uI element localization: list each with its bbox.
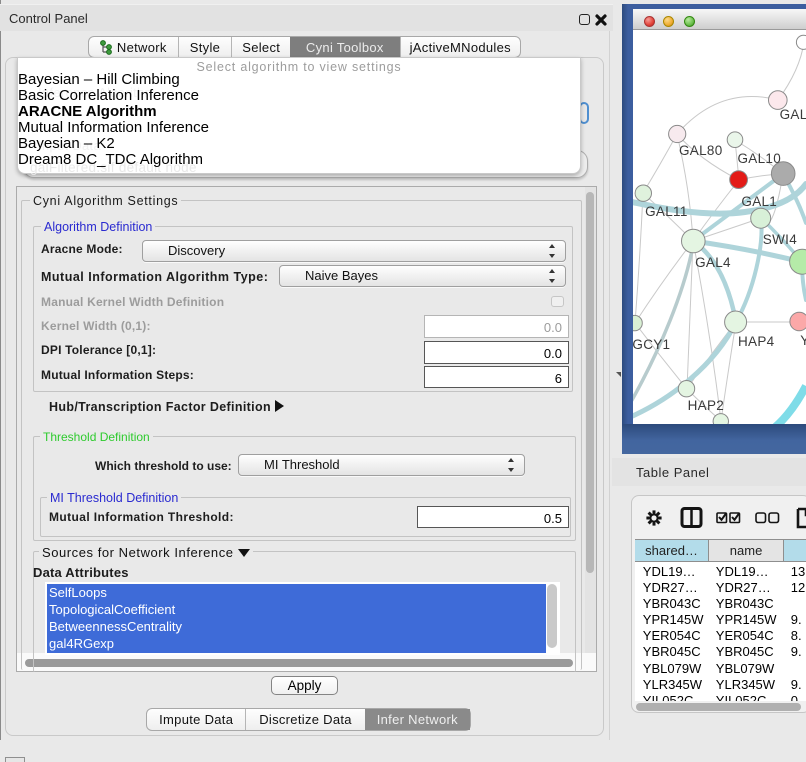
svg-text:GCY1: GCY1 bbox=[633, 337, 670, 352]
svg-text:GAL4: GAL4 bbox=[695, 255, 731, 270]
svg-text:GAL: GAL bbox=[780, 107, 806, 122]
svg-text:HAP4: HAP4 bbox=[738, 334, 775, 349]
svg-text:GAL1: GAL1 bbox=[741, 194, 777, 209]
svg-text:HAP2: HAP2 bbox=[688, 398, 724, 413]
svg-text:GAL80: GAL80 bbox=[679, 143, 723, 158]
svg-text:GAL11: GAL11 bbox=[645, 204, 688, 219]
svg-text:GAL10: GAL10 bbox=[738, 151, 782, 166]
svg-text:SWI4: SWI4 bbox=[763, 232, 797, 247]
svg-text:Y: Y bbox=[800, 333, 806, 348]
